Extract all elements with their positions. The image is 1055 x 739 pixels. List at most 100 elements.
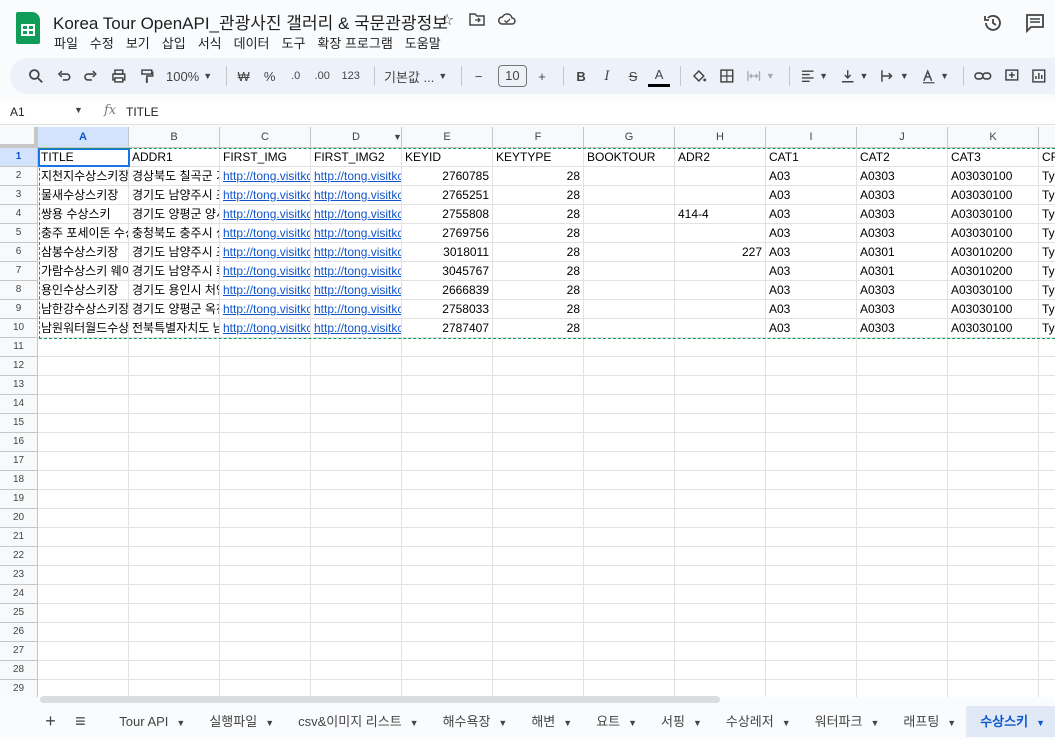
chevron-down-icon[interactable]: ▼	[74, 105, 83, 115]
cell[interactable]	[948, 452, 1039, 471]
formula-input[interactable]: TITLE	[126, 105, 159, 119]
cell[interactable]: http://tong.visitkc	[311, 243, 402, 262]
column-header-j[interactable]: J	[857, 127, 948, 148]
cell[interactable]: Ty	[1039, 262, 1055, 281]
cell[interactable]: A03	[766, 281, 857, 300]
cell[interactable]: http://tong.visitkc	[311, 186, 402, 205]
select-all-corner[interactable]	[0, 127, 38, 148]
undo-icon[interactable]	[52, 62, 76, 90]
cell[interactable]	[948, 414, 1039, 433]
cell[interactable]	[38, 623, 129, 642]
cell[interactable]	[675, 433, 766, 452]
cell[interactable]	[675, 642, 766, 661]
cell[interactable]	[220, 395, 311, 414]
cell[interactable]	[220, 566, 311, 585]
column-header-b[interactable]: B	[129, 127, 220, 148]
cell[interactable]: http://tong.visitkc	[311, 262, 402, 281]
column-header-h[interactable]: H	[675, 127, 766, 148]
cell[interactable]: A03010200	[948, 262, 1039, 281]
cell[interactable]	[857, 623, 948, 642]
cell[interactable]: http://tong.visitkc	[311, 300, 402, 319]
cell[interactable]	[675, 319, 766, 338]
cell[interactable]: BOOKTOUR	[584, 148, 675, 167]
search-menus-icon[interactable]	[24, 62, 48, 90]
row-header[interactable]: 24	[0, 585, 38, 604]
cell[interactable]	[311, 471, 402, 490]
cell[interactable]: 2787407	[402, 319, 493, 338]
cell[interactable]: A03	[766, 300, 857, 319]
cell[interactable]	[311, 547, 402, 566]
borders-icon[interactable]	[715, 62, 739, 90]
cell[interactable]	[402, 452, 493, 471]
cell[interactable]	[493, 661, 584, 680]
cell[interactable]	[402, 376, 493, 395]
cell[interactable]	[766, 490, 857, 509]
strikethrough-button[interactable]: S	[622, 62, 644, 90]
cell[interactable]	[675, 623, 766, 642]
name-box[interactable]: A1	[10, 105, 25, 119]
cell[interactable]	[493, 338, 584, 357]
merge-cells-icon[interactable]: ▼	[742, 62, 778, 90]
cell[interactable]	[402, 528, 493, 547]
cell[interactable]	[129, 566, 220, 585]
cell[interactable]	[220, 338, 311, 357]
cell[interactable]	[493, 509, 584, 528]
chevron-down-icon[interactable]: ▼	[870, 718, 879, 728]
cell[interactable]: http://tong.visitkc	[220, 224, 311, 243]
cell[interactable]	[1039, 604, 1055, 623]
sheet-tab[interactable]: Tour API ▼	[105, 706, 195, 737]
cell[interactable]: FIRST_IMG2	[311, 148, 402, 167]
column-header-i[interactable]: I	[766, 127, 857, 148]
cell[interactable]: 경기도 남양주시 조	[129, 186, 220, 205]
cell[interactable]: A0303	[857, 300, 948, 319]
cell[interactable]	[311, 680, 402, 697]
cell[interactable]	[584, 528, 675, 547]
cell[interactable]: http://tong.visitkc	[311, 319, 402, 338]
cell[interactable]	[675, 452, 766, 471]
cell[interactable]	[38, 680, 129, 697]
cell[interactable]	[766, 395, 857, 414]
text-rotation-icon[interactable]: ▼	[917, 62, 953, 90]
more-formats-button[interactable]: 123	[338, 62, 364, 90]
cell[interactable]	[948, 623, 1039, 642]
cell[interactable]	[584, 262, 675, 281]
row-header[interactable]: 5	[0, 224, 38, 243]
cell[interactable]	[766, 338, 857, 357]
cell[interactable]	[675, 528, 766, 547]
row-header[interactable]: 12	[0, 357, 38, 376]
cell[interactable]	[1039, 566, 1055, 585]
cell[interactable]	[402, 623, 493, 642]
row-header[interactable]: 19	[0, 490, 38, 509]
cell[interactable]	[129, 376, 220, 395]
row-header[interactable]: 3	[0, 186, 38, 205]
sheet-tab[interactable]: 수상레저 ▼	[712, 706, 801, 737]
cell[interactable]	[311, 490, 402, 509]
cell[interactable]: 2765251	[402, 186, 493, 205]
cell[interactable]: http://tong.visitkc	[220, 167, 311, 186]
redo-icon[interactable]	[79, 62, 103, 90]
cell[interactable]	[129, 528, 220, 547]
cell[interactable]: Ty	[1039, 319, 1055, 338]
cell[interactable]	[857, 395, 948, 414]
paint-format-icon[interactable]	[135, 62, 159, 90]
decrease-decimal-button[interactable]: .0	[285, 62, 307, 90]
cell[interactable]	[38, 338, 129, 357]
cell[interactable]: A0303	[857, 205, 948, 224]
document-title[interactable]: Korea Tour OpenAPI_관광사진 갤러리 & 국문관광정보	[53, 9, 448, 34]
cell[interactable]	[38, 452, 129, 471]
cell[interactable]	[311, 585, 402, 604]
cell[interactable]: FIRST_IMG	[220, 148, 311, 167]
cell[interactable]	[493, 642, 584, 661]
sheets-logo-icon[interactable]	[16, 12, 40, 44]
cell[interactable]	[129, 471, 220, 490]
cell[interactable]	[675, 604, 766, 623]
insert-comment-icon[interactable]	[1000, 62, 1024, 90]
cell[interactable]	[1039, 452, 1055, 471]
cell[interactable]	[766, 680, 857, 697]
cell[interactable]: 충주 포세이돈 수상	[38, 224, 129, 243]
cell[interactable]	[675, 414, 766, 433]
chevron-down-icon[interactable]: ▼	[265, 718, 274, 728]
cloud-status-icon[interactable]	[497, 10, 517, 30]
cell[interactable]	[948, 566, 1039, 585]
italic-button[interactable]: I	[596, 62, 618, 90]
